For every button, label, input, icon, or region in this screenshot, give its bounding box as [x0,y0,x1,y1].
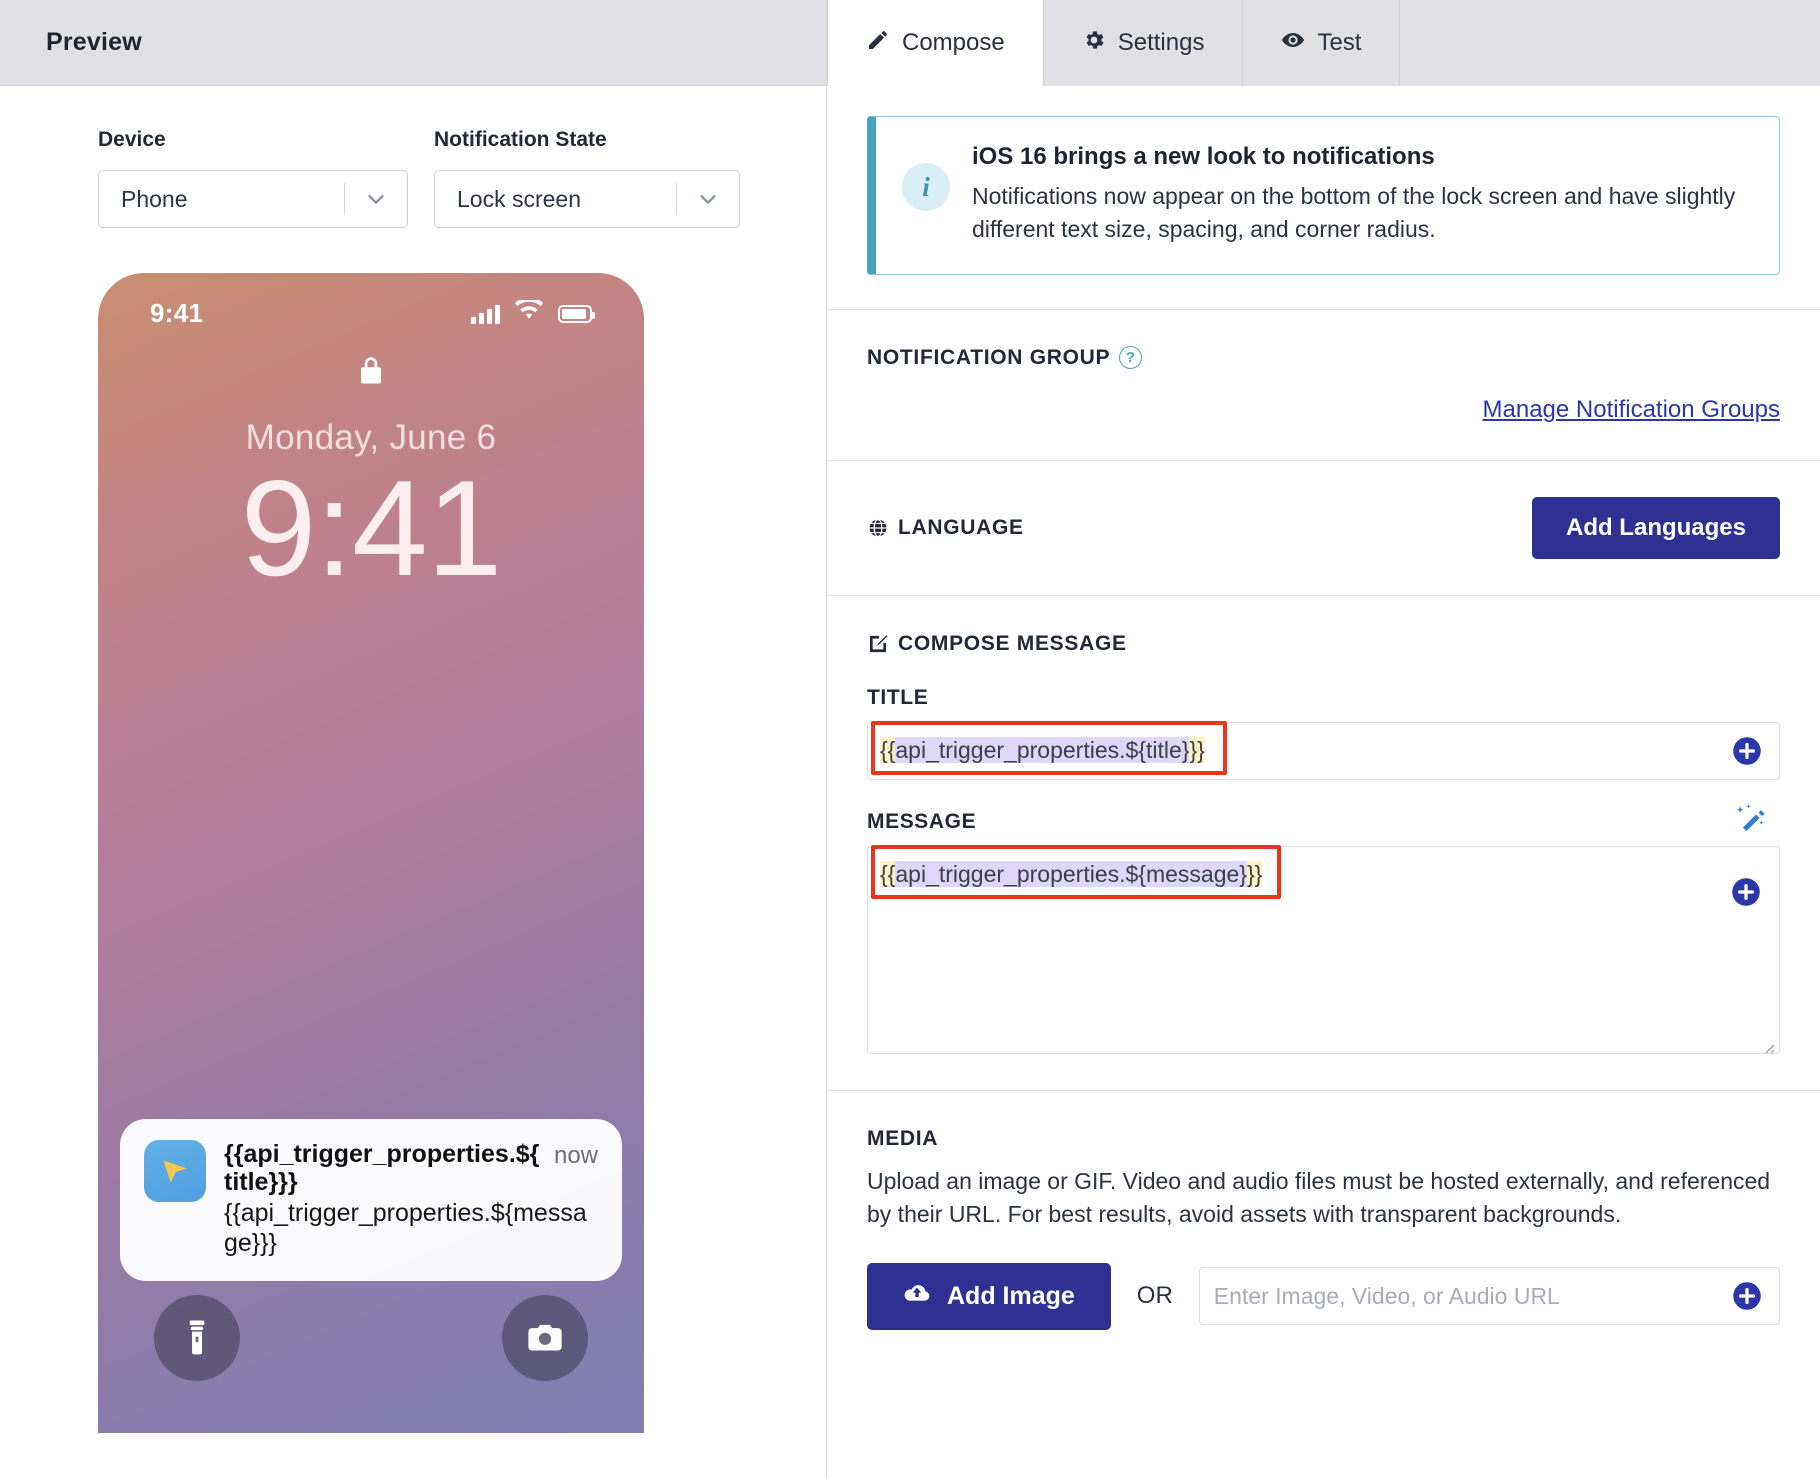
token-close-brace: }} [1247,860,1263,887]
language-heading-label: LANGUAGE [898,515,1024,539]
phone-status-bar: 9:41 [98,297,644,329]
title-input[interactable]: {{api_trigger_properties.${title}}} [867,721,1780,780]
manage-notification-groups-link[interactable]: Manage Notification Groups [867,396,1781,424]
info-banner-body: Notifications now appear on the bottom o… [972,183,1736,242]
eye-icon [1281,28,1305,59]
status-bar-icons [471,297,595,327]
page-title: Preview [46,28,142,56]
tab-bar: Compose Settings Test [827,0,1820,86]
lock-screen-shortcuts [98,1295,644,1381]
add-image-button[interactable]: Add Image [867,1262,1111,1330]
notification-card[interactable]: {{api_trigger_properties.${title}}} now … [120,1118,622,1281]
notification-state-select-value: Lock screen [457,185,582,212]
language-heading: LANGUAGE [867,516,1024,540]
editor-content: i iOS 16 brings a new look to notificati… [827,86,1820,1478]
ios16-info-banner: i iOS 16 brings a new look to notificati… [867,116,1780,275]
notification-state-select[interactable]: Lock screen [434,170,740,228]
phone-lock-screen-preview: 9:41 Monday, June 6 9:41 {{api_trigger_p… [98,273,644,1433]
chevron-down-icon[interactable] [345,188,407,210]
notification-group-heading-label: NOTIFICATION GROUP [867,345,1111,369]
plus-circle-icon[interactable] [1731,877,1761,907]
language-section: LANGUAGE Add Languages [827,459,1820,595]
wifi-icon [514,297,544,327]
or-separator-label: OR [1136,1282,1173,1310]
compose-message-heading-label: COMPOSE MESSAGE [898,631,1127,655]
lock-screen-time: 9:41 [240,452,503,604]
gear-icon [1082,28,1106,59]
camera-icon[interactable] [502,1295,588,1381]
preview-selectors: Device Phone Notification State Lock scr… [0,128,826,228]
message-field-row: {{api_trigger_properties.${message}}} [867,803,1780,1054]
globe-icon [867,517,889,539]
token-inner: api_trigger_properties.${message} [895,860,1247,887]
token-open-brace: {{ [880,860,896,887]
lock-icon [98,353,644,394]
device-select[interactable]: Phone [98,170,408,228]
token-open-brace: {{ [880,737,896,764]
add-languages-button[interactable]: Add Languages [1531,496,1780,559]
device-select-value: Phone [121,185,188,212]
token-close-brace: }} [1189,737,1205,764]
notification-title: {{api_trigger_properties.${title}}} [224,1139,540,1197]
media-upload-row: Add Image OR [867,1262,1780,1330]
battery-icon [558,304,595,323]
message-token: {{api_trigger_properties.${message}}} [880,860,1263,888]
notification-composer-app: Preview Device Phone Notification State [0,0,1820,1478]
media-heading: MEDIA [867,1126,939,1150]
cloud-upload-icon [903,1281,931,1312]
notification-message: {{api_trigger_properties.${message}}} [224,1199,587,1257]
notification-title-row: {{api_trigger_properties.${title}}} now [224,1140,598,1198]
media-url-wrapper [1198,1267,1780,1326]
device-label: Device [98,128,166,151]
tab-settings-label: Settings [1117,29,1205,56]
notification-state-label: Notification State [434,128,607,151]
notification-group-heading: NOTIFICATION GROUP ? [867,346,1780,370]
plus-circle-icon[interactable] [1732,736,1762,766]
title-field-label: TITLE [867,685,929,709]
cursor-arrow-app-icon [144,1139,206,1202]
media-section: MEDIA Upload an image or GIF. Video and … [827,1089,1820,1366]
tab-test-label: Test [1317,29,1362,56]
info-banner-title: iOS 16 brings a new look to notification… [972,143,1435,170]
tab-test[interactable]: Test [1243,0,1401,86]
flashlight-icon[interactable] [154,1295,240,1381]
status-bar-time: 9:41 [150,298,204,328]
chevron-down-icon[interactable] [677,188,739,210]
info-icon: i [902,163,950,211]
add-image-button-label: Add Image [947,1281,1075,1310]
tab-settings[interactable]: Settings [1044,0,1244,86]
tab-compose-label: Compose [902,29,1005,56]
media-description: Upload an image or GIF. Video and audio … [867,1167,1771,1227]
question-mark-icon[interactable]: ? [1119,346,1143,370]
preview-panel: Preview Device Phone Notification State [0,0,827,1478]
resize-handle-icon[interactable] [1760,1034,1776,1054]
token-inner: api_trigger_properties.${title} [895,737,1190,764]
cellular-bars-icon [471,304,500,324]
compose-message-heading: COMPOSE MESSAGE [867,632,1780,656]
editor-panel: Compose Settings Test i iOS 16 brings a … [827,0,1820,1478]
info-banner-text: iOS 16 brings a new look to notification… [972,143,1751,246]
message-textarea[interactable]: {{api_trigger_properties.${message}}} [867,845,1780,1054]
device-selector-group: Device Phone [98,128,408,228]
notification-state-selector-group: Notification State Lock screen [434,128,740,228]
tab-compose[interactable]: Compose [827,0,1044,86]
compose-pencil-icon [867,633,889,655]
pencil-icon [866,28,890,59]
preview-body: Device Phone Notification State Lock scr… [0,86,826,1478]
media-url-input[interactable] [1198,1267,1780,1326]
preview-header: Preview [0,0,826,86]
notification-group-section: NOTIFICATION GROUP ? Manage Notification… [827,308,1820,460]
notification-timestamp: now [553,1141,598,1169]
notification-text-block: {{api_trigger_properties.${title}}} now … [224,1140,598,1259]
title-token: {{api_trigger_properties.${title}}} [880,737,1205,764]
magic-wand-icon[interactable] [1734,802,1766,834]
message-field-label: MESSAGE [867,809,977,833]
compose-message-section: COMPOSE MESSAGE TITLE {{api_trigger_prop… [827,594,1820,1090]
info-banner-wrapper: i iOS 16 brings a new look to notificati… [827,86,1820,309]
plus-circle-icon[interactable] [1732,1281,1762,1311]
title-field-row: {{api_trigger_properties.${title}}} [867,720,1780,780]
